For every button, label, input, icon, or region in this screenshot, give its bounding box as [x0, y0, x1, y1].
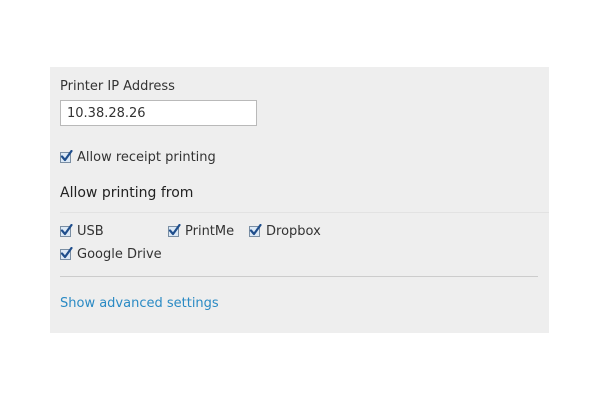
checkbox-box[interactable]	[168, 224, 181, 237]
source-google-drive-label: Google Drive	[77, 247, 162, 262]
checkbox-box[interactable]	[249, 224, 262, 237]
checkmark-icon	[60, 150, 73, 162]
printer-settings-panel: Printer IP Address Allow receipt printin…	[50, 67, 549, 333]
source-printme-checkbox[interactable]: PrintMe	[168, 224, 234, 239]
checkmark-icon	[60, 247, 73, 259]
source-google-drive-checkbox[interactable]: Google Drive	[60, 247, 162, 262]
printer-ip-label: Printer IP Address	[60, 79, 175, 94]
source-dropbox-checkbox[interactable]: Dropbox	[249, 224, 321, 239]
source-usb-checkbox[interactable]: USB	[60, 224, 104, 239]
source-dropbox-label: Dropbox	[266, 224, 321, 239]
allow-printing-from-heading: Allow printing from	[60, 185, 194, 201]
checkbox-box[interactable]	[60, 247, 73, 260]
source-printme-label: PrintMe	[185, 224, 235, 239]
checkmark-icon	[168, 224, 181, 236]
allow-receipt-printing-label: Allow receipt printing	[77, 150, 216, 165]
printer-ip-input[interactable]	[60, 100, 257, 126]
source-usb-label: USB	[77, 224, 104, 239]
show-advanced-settings-link[interactable]: Show advanced settings	[60, 296, 219, 311]
checkmark-icon	[60, 224, 73, 236]
checkmark-icon	[249, 224, 262, 236]
allow-receipt-printing-checkbox[interactable]: Allow receipt printing	[60, 150, 216, 165]
section-divider	[60, 212, 549, 213]
checkbox-box[interactable]	[60, 224, 73, 237]
checkbox-box[interactable]	[60, 150, 73, 163]
advanced-divider	[60, 276, 538, 277]
